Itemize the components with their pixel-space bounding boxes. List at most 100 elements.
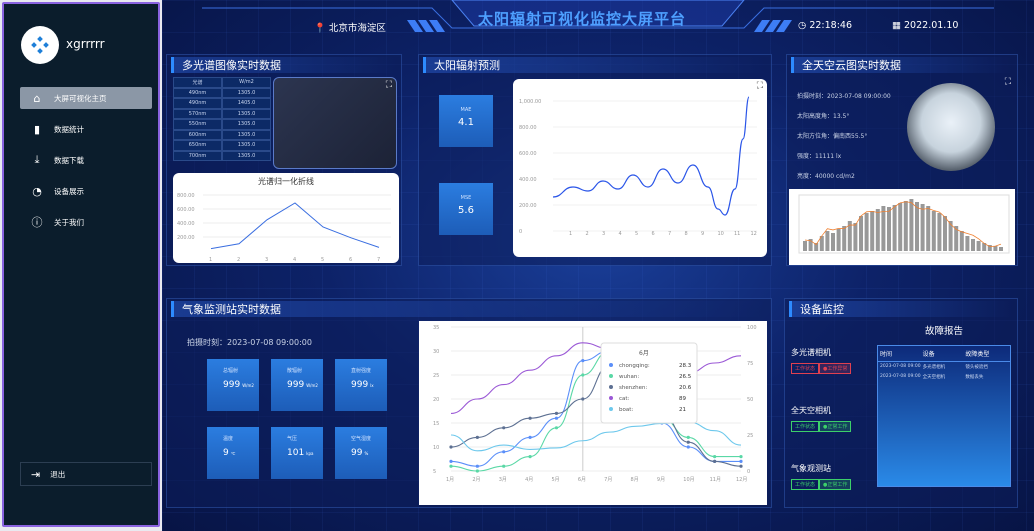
data-point <box>581 397 585 401</box>
table-cell: 700nm <box>173 150 222 161</box>
histogram-bar <box>803 241 807 251</box>
data-point <box>502 450 506 454</box>
header-cell: 时间 <box>880 351 893 358</box>
sidebar-item-devices[interactable]: ◔ 设备展示 <box>20 180 152 202</box>
tooltip-label: chongqing: <box>619 363 650 369</box>
y-tick-label: 25 <box>433 373 439 379</box>
metric-value: 101 <box>287 448 305 458</box>
fullscreen-icon[interactable]: ⛶ <box>386 80 392 90</box>
histogram-bar <box>853 223 858 251</box>
sidebar: xgrrrrr ⌂ 大屏可视化主页 ▮ 数据统计 ⤓ 数据下载 ◔ 设备展示 ⓘ 关于我们… <box>2 2 160 527</box>
data-point <box>449 459 453 463</box>
devices-panel: 设备监控 多光谱相机 工作状态 ●工作异常 全天空相机 工作状态 ●正常工作 气象观测站 工作… <box>784 298 1018 508</box>
fullscreen-icon[interactable]: ⛶ <box>1005 77 1011 87</box>
sidebar-item-statistics[interactable]: ▮ 数据统计 <box>20 118 152 140</box>
tooltip-marker <box>609 374 613 378</box>
spectral-image: ⛶ <box>273 77 397 169</box>
report-header: 时间 设备 故障类型 <box>878 346 1010 362</box>
spectral-line <box>210 202 380 250</box>
y2-tick-label: 0 <box>747 469 750 475</box>
y2-tick-label: 25 <box>747 433 753 439</box>
gauge-icon: ◔ <box>32 184 42 198</box>
x-tick-label: 5 <box>635 231 638 237</box>
metric-value: 999 <box>223 380 241 390</box>
sidebar-item-download[interactable]: ⤓ 数据下载 <box>20 149 152 171</box>
metric-card: 空气湿度 99% <box>335 427 387 479</box>
location: 📍 北京市海淀区 <box>314 20 386 34</box>
metric-label: 温度 <box>223 436 234 442</box>
mae-card: MAE 4.1 <box>439 95 493 147</box>
y-tick-label: 200.00 <box>519 203 537 209</box>
data-point <box>528 416 532 420</box>
table-cell: 550nm <box>173 119 222 130</box>
x-tick-label: 4 <box>293 257 296 263</box>
report-cell: 多光谱相机 <box>922 365 946 370</box>
metric-card: 总辐射 999 W/m2 <box>207 359 259 411</box>
tooltip-marker <box>609 385 613 389</box>
download-icon: ⤓ <box>34 153 40 166</box>
histogram-bar <box>999 247 1003 251</box>
histogram-bar <box>943 216 947 251</box>
location-pin-icon: 📍 <box>314 23 326 34</box>
x-tick-label: 1 <box>209 257 212 263</box>
header-cell: 设备 <box>922 351 935 358</box>
x-tick-label: 3 <box>265 257 268 263</box>
mse-label: MSE <box>460 195 472 201</box>
y-tick-label: 800.00 <box>519 125 537 131</box>
x-tick-label: 2月 <box>472 477 480 483</box>
device-status: 工作状态 ●正常工作 <box>791 421 852 432</box>
metric-unit: % <box>364 451 369 456</box>
solar-elevation: 太阳高度角：13.5° <box>797 113 850 120</box>
x-tick-label: 11月 <box>710 477 721 483</box>
metric-card: 温度 9 ℃ <box>207 427 259 479</box>
histogram-bar <box>859 216 863 251</box>
panel-title: 设备监控 <box>789 301 1013 317</box>
sidebar-item-home[interactable]: ⌂ 大屏可视化主页 <box>20 87 152 109</box>
metric-label: 气压 <box>287 436 298 442</box>
histogram-bar <box>825 231 830 251</box>
histogram-bar <box>959 231 964 251</box>
header-cell: 故障类型 <box>965 351 990 358</box>
data-point <box>686 445 690 449</box>
panel-title: 气象监测站实时数据 <box>171 301 767 317</box>
device-name: 全天空相机 <box>791 406 831 415</box>
table-cell: 570nm <box>173 108 222 119</box>
y2-tick-label: 75 <box>747 361 753 367</box>
tooltip-marker <box>609 396 613 400</box>
x-tick-label: 5 <box>321 257 324 263</box>
panel-title: 全天空云图实时数据 <box>791 57 1013 73</box>
table-row: 570nm 1305.0 <box>173 108 271 119</box>
logout-button[interactable]: ⇥ 退出 <box>20 462 152 486</box>
y-tick-label: 15 <box>433 421 439 427</box>
clock-text: 22:18:46 <box>809 20 852 31</box>
metric-card: 散辐射 999 W/m2 <box>271 359 323 411</box>
tooltip-value: 20.6 <box>679 385 692 391</box>
status-label: 工作状态 <box>791 363 820 374</box>
histogram-bar <box>971 239 975 251</box>
histogram-bar <box>875 209 880 251</box>
header-bar: 太阳辐射可视化监控大屏平台 📍 北京市海淀区 ◷ 22:18:46 ▦ 2022… <box>162 0 1034 40</box>
fullscreen-icon[interactable]: ⛶ <box>757 81 763 91</box>
report-cell: 镜头被遮挡 <box>965 365 988 370</box>
histogram-bar <box>842 226 847 251</box>
table-cell: 1305.0 <box>222 119 271 130</box>
data-point <box>739 464 743 468</box>
table-cell: 1305.0 <box>222 129 271 140</box>
mse-value: 5.6 <box>458 205 474 216</box>
y-tick-label: 800.00 <box>177 193 195 199</box>
tooltip-marker <box>609 407 613 411</box>
status-label: 工作状态 <box>791 421 820 432</box>
data-point <box>581 359 585 363</box>
sidebar-item-label: 数据统计 <box>54 124 84 134</box>
report-cell: 全天空相机 <box>922 375 946 380</box>
table-row: 490nm 1405.0 <box>173 98 271 109</box>
sidebar-item-about[interactable]: ⓘ 关于我们 <box>20 211 152 233</box>
table-cell: 490nm <box>173 98 222 109</box>
histogram-bar <box>831 233 835 251</box>
data-point <box>713 459 717 463</box>
table-row: 550nm 1305.0 <box>173 119 271 130</box>
sidebar-item-label: 数据下载 <box>54 155 84 165</box>
report-cell: 2023-07-08 09:00 <box>880 374 921 379</box>
histogram-bar <box>937 213 942 251</box>
table-cell: 1305.0 <box>222 150 271 161</box>
